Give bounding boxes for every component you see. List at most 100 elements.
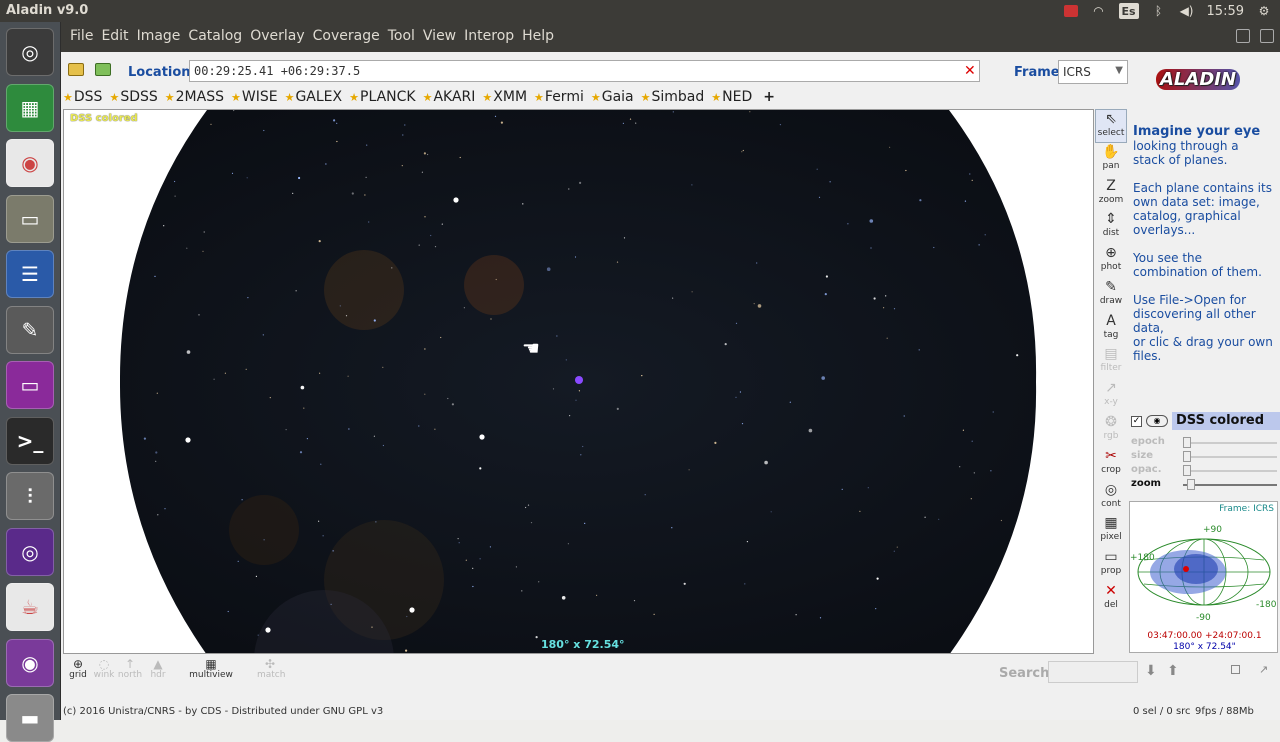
volume-icon[interactable]: ◀) — [1179, 4, 1195, 18]
plane-name[interactable]: DSS colored — [1172, 412, 1280, 430]
tool-zoom[interactable]: Zzoom — [1095, 177, 1127, 211]
frame-select[interactable]: ICRS ▼ — [1058, 60, 1128, 84]
menu-coverage[interactable]: Coverage — [309, 28, 384, 44]
aladin-icon[interactable]: ◎ — [6, 527, 54, 576]
bottom-toolbar: Search ⬇ ⬆ ↗ ⊕ grid ◌ wink ↑ north ▲ hdr ▦ multiv… — [61, 654, 1280, 684]
tool-label: del — [1104, 600, 1118, 610]
map-label-top: +90 — [1203, 525, 1222, 535]
location-input[interactable]: 00:29:25.41 +06:29:37.5 — [189, 60, 980, 82]
clear-location-button[interactable]: ✕ — [964, 63, 976, 79]
arrow-down-icon[interactable]: ⬇ — [1145, 663, 1157, 679]
mixer-icon[interactable]: ⫶ — [6, 472, 54, 520]
bluetooth-icon[interactable]: ᛒ — [1151, 4, 1167, 18]
survey-wise[interactable]: ★ WISE — [231, 89, 278, 105]
tool-palette: ⇖ select ✋ pan Zzoom ⇕ dist ⊕ phot ✎ draw Atag ▤ filt… — [1095, 109, 1127, 619]
survey-simbad[interactable]: ★ Simbad — [641, 89, 705, 105]
expand-icon[interactable]: ↗ — [1259, 663, 1268, 676]
wifi-icon[interactable]: ◠ — [1091, 4, 1107, 18]
tool-crop-icon: ✂ — [1105, 448, 1117, 464]
tool-tag[interactable]: Atag — [1095, 312, 1127, 346]
slider-track — [1183, 470, 1277, 472]
maximize-window-icon[interactable] — [1260, 29, 1274, 43]
tool-crop[interactable]: ✂ crop — [1095, 447, 1127, 481]
survey-gaia[interactable]: ★ Gaia — [591, 89, 634, 105]
clock[interactable]: 15:59 — [1207, 4, 1244, 19]
star-icon: ★ — [109, 90, 120, 104]
webcam-icon[interactable]: ◉ — [6, 638, 54, 687]
menu-edit[interactable]: Edit — [97, 28, 132, 44]
tool-rgb: ❂ rgb — [1095, 413, 1127, 447]
survey-planck[interactable]: ★ PLANCK — [349, 89, 415, 105]
menu-file[interactable]: File — [66, 28, 97, 44]
tool-label: rgb — [1103, 431, 1119, 441]
ubuntu-dash-icon[interactable]: ◎ — [6, 28, 54, 76]
survey-fermi[interactable]: ★ Fermi — [534, 89, 584, 105]
survey-galex[interactable]: ★ GALEX — [285, 89, 343, 105]
add-survey-button[interactable]: + — [763, 89, 775, 105]
tool-pixel[interactable]: ▦ pixel — [1095, 514, 1127, 548]
map-label-left: +180 — [1130, 553, 1155, 563]
keyboard-layout-indicator[interactable]: Es — [1118, 3, 1139, 19]
survey-label: 2MASS — [175, 89, 224, 105]
menu-catalog[interactable]: Catalog — [184, 28, 246, 44]
slider-knob — [1183, 451, 1191, 462]
slider-zoom[interactable]: zoom — [1131, 478, 1278, 492]
survey-akari[interactable]: ★ AKARI — [423, 89, 476, 105]
plane-visible-checkbox[interactable]: ✓ — [1131, 415, 1142, 427]
tool-pixel-icon: ▦ — [1104, 515, 1118, 531]
top-panel: Aladin v9.0 ◠ Es ᛒ ◀) 15:59 ⚙ — [0, 0, 1280, 22]
survey-dss[interactable]: ★ DSS — [63, 89, 102, 105]
survey-2mass[interactable]: ★ 2MASS — [165, 89, 224, 105]
tool-phot-icon: ⊕ — [1105, 245, 1117, 261]
menu-overlay[interactable]: Overlay — [246, 28, 308, 44]
record-icon[interactable] — [1063, 4, 1079, 18]
slider-knob — [1183, 437, 1191, 448]
menu-view[interactable]: View — [419, 28, 460, 44]
chrome-icon[interactable]: ◉ — [6, 139, 54, 187]
restore-window-icon[interactable] — [1236, 29, 1250, 43]
menu-image[interactable]: Image — [133, 28, 185, 44]
overview-map[interactable]: Frame: ICRS +90 -90 +180 -180 03:47:00.0… — [1129, 501, 1278, 653]
java-icon[interactable]: ☕ — [6, 583, 54, 631]
system-settings-icon[interactable]: ✎ — [6, 305, 54, 354]
star-icon: ★ — [711, 90, 722, 104]
search-input[interactable] — [1048, 661, 1138, 683]
sky-image[interactable]: ☚ — [64, 110, 1094, 654]
tool-dist[interactable]: ⇕ dist — [1095, 210, 1127, 244]
tool-prop[interactable]: ▭ prop — [1095, 548, 1127, 582]
menu-help[interactable]: Help — [518, 28, 558, 44]
menu-tool[interactable]: Tool — [384, 28, 419, 44]
button-grid[interactable]: ⊕ grid — [65, 658, 91, 680]
sky-viewer[interactable]: ☚ DSS colored 180° x 72.54° — [63, 109, 1094, 654]
plane-row[interactable]: ✓ ◉ DSS colored — [1131, 412, 1280, 430]
purple-app-icon[interactable]: ▭ — [6, 361, 54, 409]
location-label: Location — [128, 65, 191, 80]
tool-select[interactable]: ⇖ select — [1095, 109, 1127, 143]
tool-del[interactable]: ✕ del — [1095, 582, 1127, 616]
tool-draw[interactable]: ✎ draw — [1095, 278, 1127, 312]
spreadsheet-icon[interactable]: ▦ — [6, 83, 54, 132]
button-multiview[interactable]: ▦ multiview — [173, 658, 249, 680]
survey-xmm[interactable]: ★ XMM — [482, 89, 527, 105]
tool-pan[interactable]: ✋ pan — [1095, 143, 1127, 177]
drive-icon[interactable]: ▬ — [6, 694, 54, 742]
tool-phot[interactable]: ⊕ phot — [1095, 244, 1127, 278]
fov-label: 180° x 72.54° — [541, 638, 625, 651]
aitoff-map[interactable]: +90 -90 +180 -180 — [1130, 514, 1279, 630]
file-manager-icon[interactable]: ▭ — [6, 194, 54, 243]
menu-interop[interactable]: Interop — [460, 28, 518, 44]
tool-cont[interactable]: ◎ cont — [1095, 481, 1127, 515]
survey-sdss[interactable]: ★ SDSS — [109, 89, 157, 105]
tool-del-icon: ✕ — [1105, 583, 1117, 599]
slider-knob[interactable] — [1187, 479, 1196, 490]
survey-ned[interactable]: ★ NED — [711, 89, 752, 105]
star-icon: ★ — [640, 90, 651, 104]
open-folder-icon[interactable] — [68, 63, 84, 76]
load-icon[interactable] — [95, 63, 111, 76]
slider-label: opac. — [1131, 464, 1162, 475]
writer-icon[interactable]: ☰ — [6, 250, 54, 298]
minimize-panel-icon[interactable] — [1231, 665, 1240, 674]
terminal-icon[interactable]: >_ — [6, 416, 54, 465]
gear-icon[interactable]: ⚙ — [1256, 4, 1272, 18]
arrow-up-icon[interactable]: ⬆ — [1167, 663, 1179, 679]
